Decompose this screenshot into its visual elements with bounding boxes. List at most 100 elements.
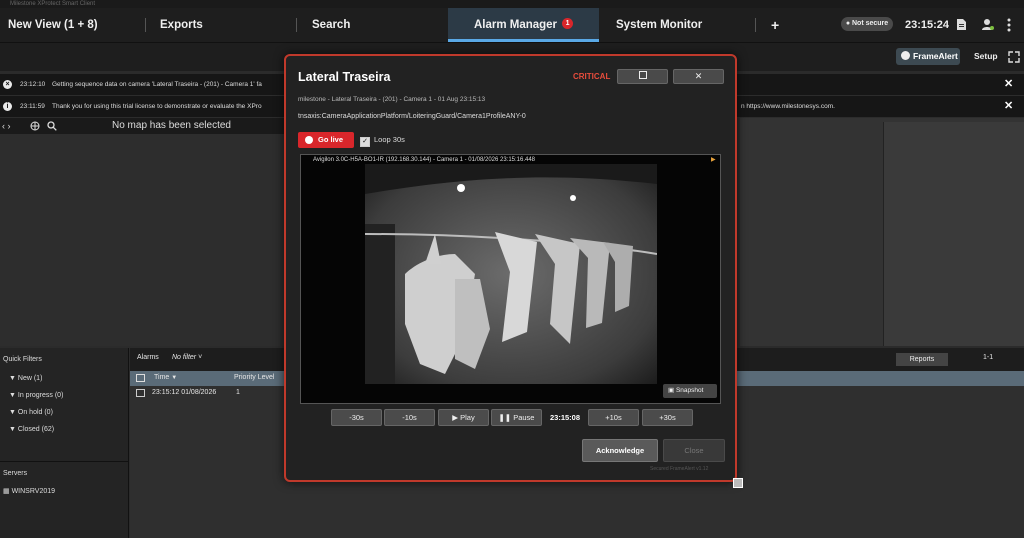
map-placeholder: No map has been selected xyxy=(112,120,231,131)
fullscreen-icon[interactable] xyxy=(1008,51,1020,63)
error-icon: × xyxy=(3,80,12,89)
tab-exports[interactable]: Exports xyxy=(160,8,203,42)
nav-arrows-icon[interactable]: ‹ › xyxy=(2,118,11,134)
message-text: Getting sequence data on camera 'Lateral… xyxy=(52,81,262,88)
maximize-button[interactable] xyxy=(617,69,668,84)
server-icon: ▦ xyxy=(3,488,10,495)
skip-forward-30-button[interactable]: +30s xyxy=(642,409,693,426)
search-icon[interactable] xyxy=(47,121,57,131)
alarm-source: milestone - Lateral Traseira - (201) - C… xyxy=(298,96,486,103)
security-status-badge[interactable]: ● Not secure xyxy=(841,17,893,31)
tab-alarm-manager-label: Alarm Manager xyxy=(473,19,558,31)
map-toolbar: ‹ › No map has been selected xyxy=(0,118,290,134)
close-alarm-button[interactable]: Close xyxy=(663,439,725,462)
skip-back-30-button[interactable]: -30s xyxy=(331,409,382,426)
snapshot-button[interactable]: ▣ Snapshot xyxy=(663,384,717,398)
reports-button[interactable]: Reports xyxy=(896,353,948,366)
pause-icon: ❚❚ xyxy=(498,413,512,422)
close-icon: ✕ xyxy=(694,71,703,81)
filter-icon: ▼ xyxy=(9,375,16,382)
video-player[interactable]: Avigilon 3.0C-H5A-BO1-IR (192.168.30.144… xyxy=(300,154,721,404)
filter-new[interactable]: ▼ New (1) xyxy=(9,375,42,382)
play-button[interactable]: ▶ Play xyxy=(438,409,489,426)
go-live-button[interactable]: Go live xyxy=(298,132,354,148)
filter-icon: ▼ xyxy=(9,409,16,416)
go-live-label: Go live xyxy=(318,135,344,144)
column-priority[interactable]: Priority Level xyxy=(234,374,274,381)
top-tab-bar: New View (1 + 8) Exports Search Alarm Ma… xyxy=(0,8,1024,43)
filter-icon: ▼ xyxy=(9,426,16,433)
message-time: 23:12:10 xyxy=(20,81,46,88)
server-label: WINSRV2019 xyxy=(11,488,56,495)
warning-icon: ● xyxy=(845,20,851,27)
quick-filters-title: Quick Filters xyxy=(3,356,42,363)
filter-label: In progress (0) xyxy=(17,392,64,399)
framealert-label: FrameAlert xyxy=(913,51,958,61)
server-item[interactable]: ▦ WINSRV2019 xyxy=(3,487,55,495)
framealert-button[interactable]: FrameAlert xyxy=(896,48,960,65)
pause-label: Pause xyxy=(513,413,535,422)
camera-tile[interactable] xyxy=(883,122,1024,346)
security-status-label: Not secure xyxy=(852,20,889,27)
info-icon: i xyxy=(3,102,12,111)
filter-label: Closed (62) xyxy=(17,426,55,433)
alarm-filter-dropdown[interactable]: No filter ˅ xyxy=(172,354,202,361)
alarm-event-topic: tnsaxis:CameraApplicationPlatform/Loiter… xyxy=(298,113,526,120)
message-text-tail: n https://www.milestonesys.com. xyxy=(741,103,835,110)
chevron-down-icon: ˅ xyxy=(198,354,203,361)
image-icon xyxy=(136,389,145,397)
tab-separator xyxy=(296,18,297,32)
tab-separator xyxy=(145,18,146,32)
globe-icon[interactable] xyxy=(30,121,40,131)
maximize-icon xyxy=(638,71,647,79)
more-options-icon[interactable] xyxy=(1006,18,1012,32)
tab-new-view[interactable]: New View (1 + 8) xyxy=(8,8,98,42)
filter-label: New (1) xyxy=(17,375,43,382)
skip-forward-10-button[interactable]: +10s xyxy=(588,409,639,426)
snapshot-label: Snapshot xyxy=(675,387,704,394)
video-overlay-text: Avigilon 3.0C-H5A-BO1-IR (192.168.30.144… xyxy=(313,157,536,163)
alarm-filter-label: No filter xyxy=(172,354,197,361)
acknowledge-button[interactable]: Acknowledge xyxy=(582,439,658,462)
tab-search[interactable]: Search xyxy=(312,8,350,42)
tab-separator xyxy=(755,18,756,32)
pause-button[interactable]: ❚❚ Pause xyxy=(491,409,542,426)
filter-icon: ▼ xyxy=(9,392,16,399)
divider xyxy=(0,461,128,462)
alarm-range: 1-1 xyxy=(983,354,994,361)
table-row[interactable]: 23:15:12 01/08/2026 1 xyxy=(130,386,290,400)
resize-handle[interactable] xyxy=(733,478,743,488)
play-icon: ▶ xyxy=(452,413,459,422)
close-dialog-button[interactable]: ✕ xyxy=(673,69,724,84)
loop-label: Loop 30s xyxy=(374,135,405,144)
play-label: Play xyxy=(460,413,475,422)
framealert-icon xyxy=(901,51,910,60)
dialog-title: Lateral Traseira xyxy=(298,70,391,84)
quick-filters-panel: Quick Filters ▼ New (1) ▼ In progress (0… xyxy=(0,348,129,538)
loop-checkbox[interactable]: ✓ Loop 30s xyxy=(360,132,405,148)
record-icon xyxy=(305,136,313,144)
add-tab-button[interactable]: + xyxy=(771,8,779,42)
camera-icon: ▣ xyxy=(668,387,675,394)
filter-closed[interactable]: ▼ Closed (62) xyxy=(9,426,54,433)
window-title: Milestone XProtect Smart Client xyxy=(0,0,1024,8)
dismiss-message-button[interactable]: ✕ xyxy=(1004,74,1013,95)
user-icon[interactable] xyxy=(981,18,995,31)
severity-label: CRITICAL xyxy=(573,72,611,81)
filter-on-hold[interactable]: ▼ On hold (0) xyxy=(9,409,53,416)
document-icon[interactable] xyxy=(955,18,967,31)
message-text: Thank you for using this trial license t… xyxy=(52,103,262,110)
column-time[interactable]: Time ▼ xyxy=(154,374,177,381)
tab-system-monitor[interactable]: System Monitor xyxy=(616,8,702,42)
checkbox-icon: ✓ xyxy=(360,137,370,147)
setup-button[interactable]: Setup xyxy=(974,48,998,65)
map-view[interactable] xyxy=(0,134,290,346)
alarm-time: 23:15:12 01/08/2026 xyxy=(152,389,217,396)
filter-in-progress[interactable]: ▼ In progress (0) xyxy=(9,392,63,399)
skip-back-10-button[interactable]: -10s xyxy=(384,409,435,426)
alarms-label: Alarms xyxy=(137,354,159,361)
dismiss-message-button[interactable]: ✕ xyxy=(1004,96,1013,117)
column-time-label: Time xyxy=(154,374,170,381)
sort-down-icon: ▼ xyxy=(171,375,178,381)
tab-alarm-manager[interactable]: Alarm Manager 1 xyxy=(448,8,599,42)
